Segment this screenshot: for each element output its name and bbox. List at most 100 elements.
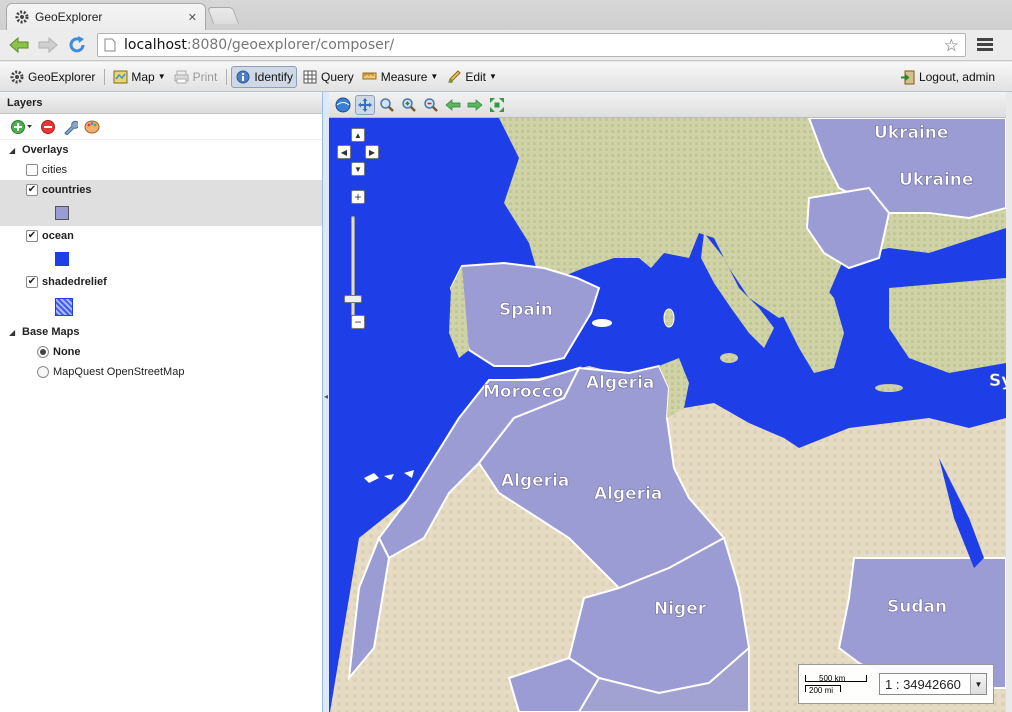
identify-button[interactable]: Identify (231, 65, 298, 88)
layer-label-ocean: ocean (42, 230, 74, 242)
previous-extent-button[interactable] (443, 95, 463, 115)
label-algeria-2: Algeria (501, 471, 569, 491)
expand-triangle-icon[interactable]: ◢ (9, 328, 19, 337)
pan-tool-button[interactable] (355, 94, 375, 115)
basemap-label-none: None (53, 346, 81, 358)
scale-select[interactable]: 1 : 34942660 ▼ (879, 673, 987, 695)
zoom-slider-thumb[interactable] (344, 295, 362, 303)
layer-properties-button[interactable] (61, 118, 79, 136)
logout-button[interactable]: Logout, admin (897, 66, 998, 88)
address-bar[interactable]: localhost:8080/geoexplorer/composer/ ☆ (97, 33, 966, 57)
query-button[interactable]: Query (299, 66, 357, 88)
tab-title: GeoExplorer (35, 10, 103, 24)
next-extent-button[interactable] (465, 95, 485, 115)
new-tab-button[interactable] (206, 7, 240, 24)
page-icon (104, 38, 116, 52)
sicily-island (720, 353, 738, 363)
layer-label-countries: countries (42, 184, 92, 196)
browser-tab[interactable]: GeoExplorer ✕ (6, 3, 206, 30)
layer-checkbox-cities[interactable] (26, 164, 38, 176)
basemap-node-mapquest[interactable]: MapQuest OpenStreetMap (0, 362, 322, 382)
crete-island (875, 384, 903, 392)
app-name-label: GeoExplorer (28, 69, 96, 84)
print-label: Print (192, 69, 218, 84)
pan-down-button[interactable]: ▼ (351, 162, 365, 176)
layer-checkbox-countries[interactable]: ✔ (26, 184, 38, 196)
dropdown-arrow-icon: ▼ (489, 72, 497, 81)
info-icon (235, 69, 251, 85)
scale-value: 1 : 34942660 (885, 676, 961, 692)
map-toolbar (329, 92, 1006, 118)
layer-node-shadedrelief[interactable]: ✔ shadedrelief (0, 272, 322, 292)
layers-panel: Layers ◢ Overlays cities ✔ countries ✔ o… (0, 92, 323, 712)
layer-node-cities[interactable]: cities (0, 160, 322, 180)
label-spain: Spain (499, 300, 553, 320)
layer-styles-button[interactable] (83, 118, 101, 136)
basemap-radio-none[interactable] (37, 346, 49, 358)
tab-close-icon[interactable]: ✕ (188, 11, 197, 24)
pencil-icon (446, 69, 462, 85)
globe-icon (335, 97, 351, 112)
geoexplorer-favicon-icon (15, 10, 29, 24)
zoom-out-icon (424, 97, 438, 112)
legend-countries (0, 200, 322, 226)
legend-swatch-ocean (55, 252, 69, 266)
layer-label-cities: cities (42, 164, 68, 176)
zoom-in-plus-button[interactable]: + (351, 190, 365, 204)
basemap-node-none[interactable]: None (0, 342, 322, 362)
zoom-in-button[interactable] (399, 95, 419, 115)
zoom-box-button[interactable] (377, 95, 397, 115)
zoom-in-icon (402, 97, 416, 112)
remove-layer-button[interactable] (39, 118, 57, 136)
back-extent-arrow-icon (445, 98, 461, 111)
reload-icon[interactable] (66, 34, 88, 56)
zoom-out-button[interactable] (421, 95, 441, 115)
overlays-folder[interactable]: ◢ Overlays (0, 140, 322, 160)
collapse-arrow-icon[interactable]: ◂ (324, 392, 328, 401)
dropdown-arrow-icon: ▼ (430, 72, 439, 81)
remove-layer-icon (41, 119, 55, 134)
basemaps-folder[interactable]: ◢ Base Maps (0, 322, 322, 342)
forward-extent-arrow-icon (467, 98, 483, 111)
ruler-icon (362, 69, 378, 85)
edit-menu-button[interactable]: Edit ▼ (443, 66, 500, 88)
pan-right-button[interactable]: ▶ (365, 145, 379, 159)
expand-triangle-icon[interactable]: ◢ (9, 146, 19, 155)
map-menu-label: Map (131, 69, 155, 84)
zoom-to-max-extent-button[interactable] (333, 95, 353, 115)
print-button[interactable]: Print (171, 66, 221, 88)
label-niger: Niger (654, 599, 707, 619)
measure-menu-button[interactable]: Measure ▼ (359, 66, 442, 88)
magnifier-icon (380, 97, 394, 112)
bookmark-star-icon[interactable]: ☆ (944, 36, 959, 56)
forward-arrow-icon[interactable] (37, 34, 59, 56)
geoexplorer-button[interactable]: GeoExplorer (6, 66, 98, 88)
logout-door-icon (900, 69, 916, 85)
chevron-down-icon[interactable]: ▼ (970, 674, 986, 694)
pan-up-button[interactable]: ▲ (351, 128, 365, 142)
map-menu-button[interactable]: Map ▼ (109, 66, 168, 88)
layer-node-countries[interactable]: ✔ countries (0, 180, 322, 200)
layers-panel-title: Layers (0, 92, 322, 114)
browser-menu-icon[interactable] (976, 36, 994, 54)
scale-box: 500 km 200 mi 1 : 34942660 ▼ (798, 664, 994, 704)
balearic-island (592, 319, 612, 327)
fullscreen-button[interactable] (487, 95, 507, 115)
identify-label: Identify (254, 69, 294, 84)
add-layer-button[interactable] (9, 118, 35, 136)
toolbar-separator (226, 68, 228, 85)
scale-km-label: 500 km (819, 674, 846, 683)
layer-node-ocean[interactable]: ✔ ocean (0, 226, 322, 246)
label-syria: Sy (989, 371, 1006, 391)
dropdown-arrow-icon: ▼ (157, 72, 166, 81)
layer-checkbox-ocean[interactable]: ✔ (26, 230, 38, 242)
zoom-out-minus-button[interactable]: − (351, 315, 365, 329)
basemap-radio-mapquest[interactable] (37, 366, 49, 378)
pan-left-button[interactable]: ◀ (337, 145, 351, 159)
label-sudan: Sudan (887, 597, 947, 617)
basemaps-label: Base Maps (22, 326, 80, 338)
pan-arrows-icon (358, 97, 372, 112)
back-arrow-icon[interactable] (8, 34, 30, 56)
layer-checkbox-shadedrelief[interactable]: ✔ (26, 276, 38, 288)
map-canvas[interactable]: Ukraine Ukraine Spain Morocco Algeria Al… (329, 118, 1006, 712)
